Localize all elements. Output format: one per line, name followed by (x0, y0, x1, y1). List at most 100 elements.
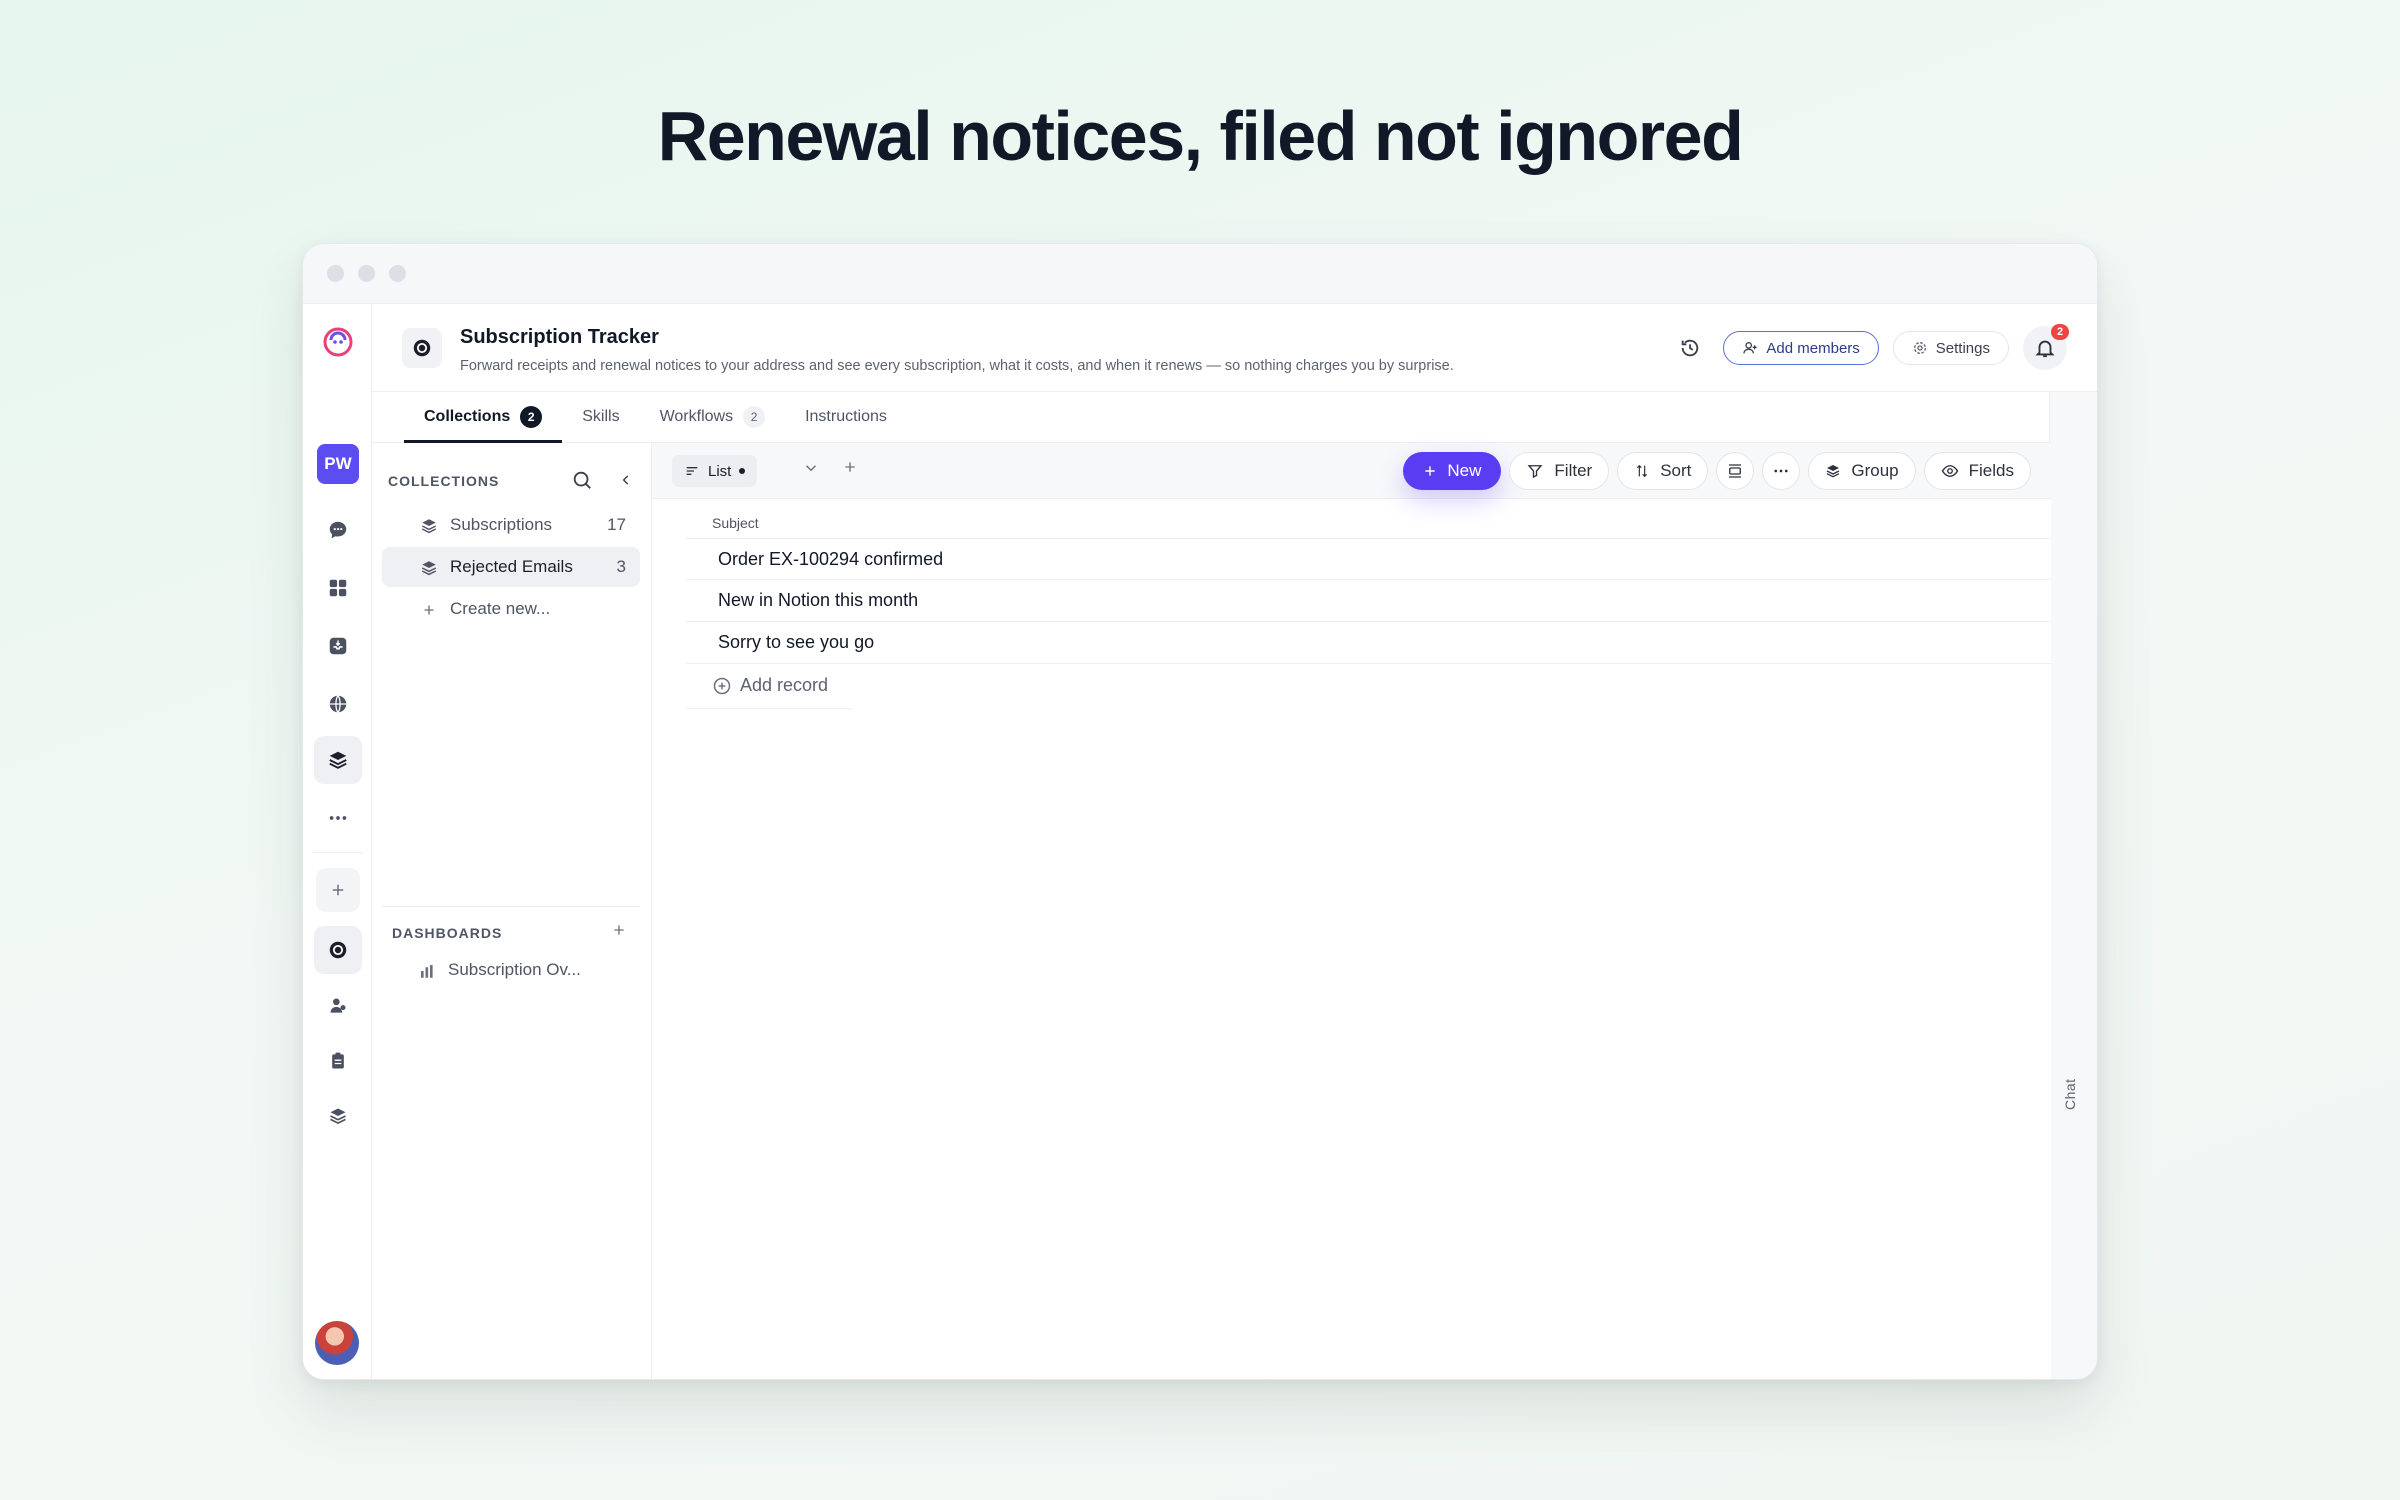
globe-icon[interactable] (314, 680, 362, 728)
sidebar-item-label: Rejected Emails (450, 557, 573, 576)
unsaved-dot (739, 468, 746, 474)
sidebar-item-count: 17 (607, 515, 626, 534)
sidebar-item-subscription-overview[interactable]: Subscription Ov... (382, 950, 640, 990)
collections-heading: COLLECTIONS (388, 473, 500, 489)
project-title: Subscription Tracker (460, 326, 659, 348)
add-view-plus-icon[interactable] (842, 459, 858, 480)
row-subject: New in Notion this month (718, 590, 919, 610)
window-close-dot[interactable] (327, 265, 344, 282)
row-height-icon (1729, 464, 1742, 478)
stack-icon (421, 561, 437, 576)
tab-skills[interactable]: Skills (562, 391, 639, 442)
sidebar-item-label: Subscription Ov... (448, 960, 581, 979)
create-new-collection[interactable]: Create new... (382, 589, 640, 629)
history-icon[interactable] (1671, 329, 1709, 367)
plus-circle-icon (713, 677, 731, 694)
workspace-badge[interactable]: PW (317, 444, 359, 484)
gear-icon (1913, 342, 1926, 354)
table-row[interactable]: Order EX-100294 confirmed (686, 538, 2051, 580)
more-options-button[interactable] (1762, 452, 1801, 490)
row-height-button[interactable] (1716, 452, 1755, 490)
project-header: Subscription Tracker Forward receipts an… (372, 304, 2097, 392)
chat-side-panel[interactable]: Chat (2049, 392, 2097, 1379)
new-record-button[interactable]: New (1403, 452, 1502, 490)
project-icon (402, 328, 442, 368)
sidebar-item-count: 3 (616, 557, 626, 576)
group-label: Group (1851, 461, 1899, 480)
eye-icon (1941, 465, 1958, 477)
window-maximize-dot[interactable] (389, 265, 406, 282)
settings-button[interactable]: Settings (1892, 331, 2009, 365)
collections-stack-icon[interactable] (314, 736, 362, 784)
app-window: PW Subscription Tracker Forward receipts… (302, 243, 2098, 1380)
filter-button[interactable]: Filter (1509, 452, 1610, 490)
user-avatar[interactable] (315, 1321, 359, 1365)
tab-workflows[interactable]: Workflows 2 (640, 391, 786, 442)
collections-sidebar: COLLECTIONS Subscriptions 17 Rejected Em… (372, 443, 652, 1379)
window-titlebar (303, 244, 2097, 304)
tab-instructions[interactable]: Instructions (785, 391, 907, 442)
project-description: Forward receipts and renewal notices to … (460, 358, 1454, 374)
add-record-button[interactable]: Add record (712, 675, 828, 696)
dashboards-heading: DASHBOARDS (392, 925, 503, 941)
row-subject: Sorry to see you go (718, 632, 875, 652)
fields-button[interactable]: Fields (1923, 452, 2031, 490)
add-project-icon[interactable] (316, 868, 360, 912)
tab-collections[interactable]: Collections 2 (404, 391, 563, 443)
bar-chart-icon (421, 965, 433, 978)
view-tab-list[interactable]: List (672, 455, 758, 487)
plus-icon (1425, 466, 1436, 476)
add-members-button[interactable]: Add members (1723, 331, 1879, 365)
list-lines-icon (686, 467, 698, 475)
apps-grid-icon[interactable] (314, 564, 362, 612)
chevron-down-icon[interactable] (802, 459, 820, 482)
view-tab-label: List (708, 462, 732, 480)
more-dots-icon[interactable] (314, 794, 362, 842)
notifications-button[interactable]: 2 (2023, 324, 2069, 370)
fields-label: Fields (1968, 461, 2014, 480)
sort-arrows-icon (1637, 464, 1648, 478)
column-header-subject[interactable]: Subject (712, 515, 759, 531)
layers-icon (1827, 465, 1840, 478)
collection-view: List New Filter Sort Group Fields Subjec… (652, 443, 2051, 1379)
chat-bubble-icon[interactable] (314, 506, 362, 554)
layers-icon[interactable] (314, 1092, 362, 1140)
tab-instructions-label: Instructions (805, 407, 887, 425)
tab-workflows-label: Workflows (659, 407, 734, 425)
sidebar-item-rejected-emails[interactable]: Rejected Emails 3 (382, 547, 640, 587)
add-members-label: Add members (1766, 339, 1860, 357)
sort-label: Sort (1660, 461, 1692, 480)
team-icon[interactable] (314, 982, 362, 1030)
chat-panel-label: Chat (2062, 1078, 2078, 1110)
tab-collections-count: 2 (520, 405, 543, 428)
notification-count-badge: 2 (2051, 324, 2069, 340)
plus-icon (424, 605, 434, 615)
sidebar-item-subscriptions[interactable]: Subscriptions 17 (382, 505, 640, 545)
filter-funnel-icon (1527, 465, 1543, 479)
tab-workflows-count: 2 (743, 405, 766, 428)
inbox-icon[interactable] (314, 622, 362, 670)
ellipsis-icon (1774, 469, 1788, 473)
table-row[interactable]: Sorry to see you go (686, 622, 2051, 664)
stack-icon (421, 519, 437, 534)
row-subject: Order EX-100294 confirmed (718, 548, 944, 569)
collapse-chevron-icon[interactable] (619, 473, 633, 492)
app-logo-icon[interactable] (314, 318, 362, 366)
person-add-icon (1743, 342, 1758, 354)
bell-icon (2035, 340, 2055, 358)
filter-label: Filter (1554, 461, 1593, 480)
group-button[interactable]: Group (1808, 452, 1916, 490)
window-minimize-dot[interactable] (358, 265, 375, 282)
clipboard-icon[interactable] (314, 1037, 362, 1085)
add-dashboard-plus-icon[interactable] (611, 922, 627, 943)
settings-label: Settings (1935, 339, 1990, 357)
icon-rail: PW (303, 304, 372, 1379)
create-new-label: Create new... (450, 599, 551, 618)
page-headline: Renewal notices, filed not ignored (657, 97, 1744, 175)
tab-skills-label: Skills (582, 407, 620, 425)
search-icon[interactable] (571, 469, 593, 496)
project-tracker-icon[interactable] (314, 926, 362, 974)
project-tabs: Collections 2 Skills Workflows 2 Instruc… (372, 392, 2051, 443)
table-row[interactable]: New in Notion this month (686, 580, 2051, 622)
sort-button[interactable]: Sort (1617, 452, 1709, 490)
